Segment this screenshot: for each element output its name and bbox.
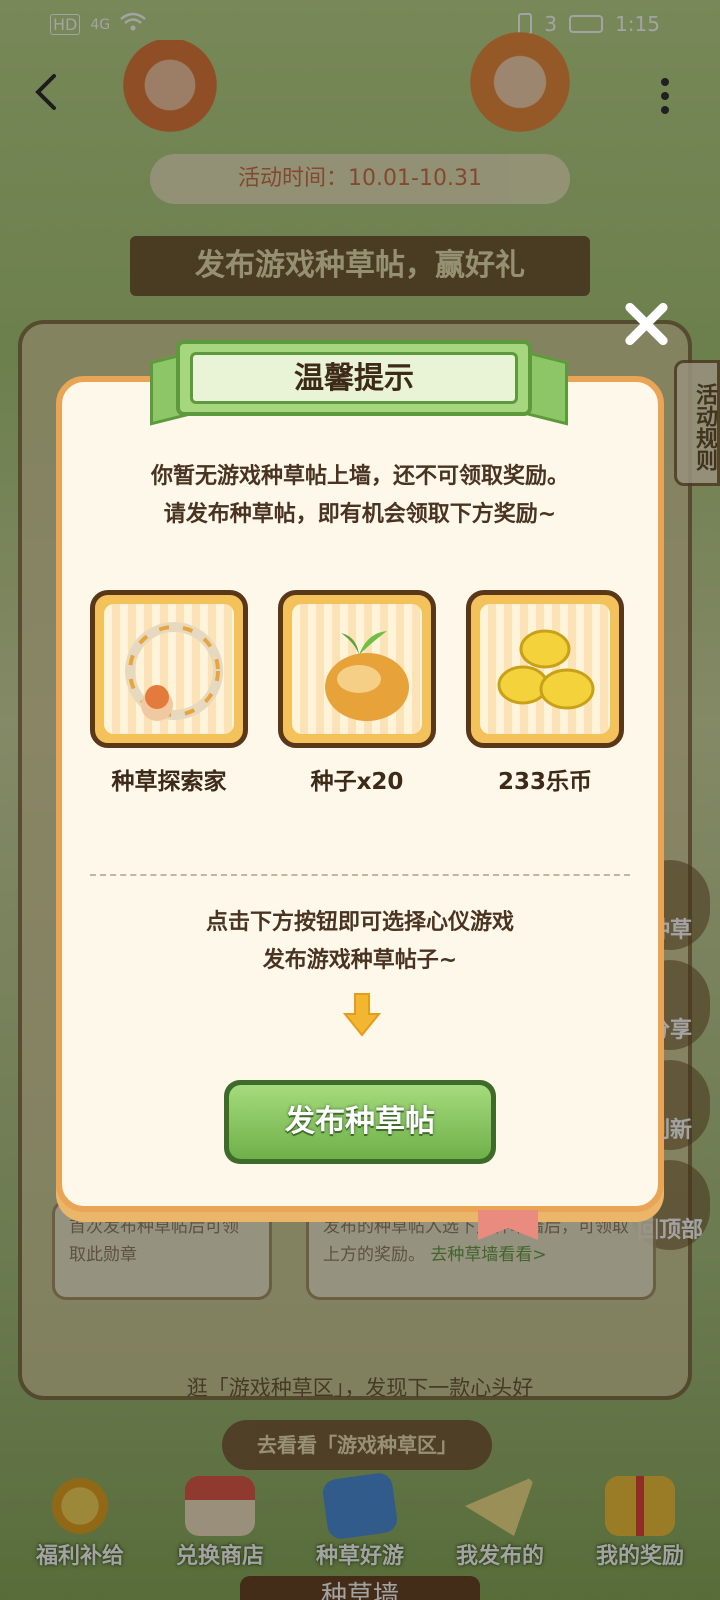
publish-post-button[interactable]: 发布种草帖 [224,1080,496,1164]
reward-label-coins: 233乐币 [497,769,592,795]
modal-title-banner: 温馨提示 [176,340,532,416]
seed-icon [325,631,409,721]
reward-card-coins [466,590,624,748]
modal-message-line1: 你暂无游戏种草帖上墙，还不可领取奖励。 [150,464,569,489]
modal-title: 温馨提示 [190,352,518,404]
avatar-frame-icon [125,622,223,721]
reward-card-frame [90,590,248,748]
close-button[interactable] [622,300,670,348]
modal-hint-line2: 发布游戏种草帖子~ [262,948,458,973]
modal-message-line2: 请发布种草帖，即有机会领取下方奖励~ [163,502,557,527]
publish-post-label: 发布种草帖 [229,1085,491,1159]
reward-label-frame: 种草探索家 [111,769,227,795]
modal-hint-line1: 点击下方按钮即可选择心仪游戏 [205,910,514,935]
reward-label-seed: 种子x20 [310,769,404,795]
coins-icon [497,629,595,710]
reward-card-seed [278,590,436,748]
dashed-divider [90,874,630,876]
arrow-down-icon [342,993,382,1037]
